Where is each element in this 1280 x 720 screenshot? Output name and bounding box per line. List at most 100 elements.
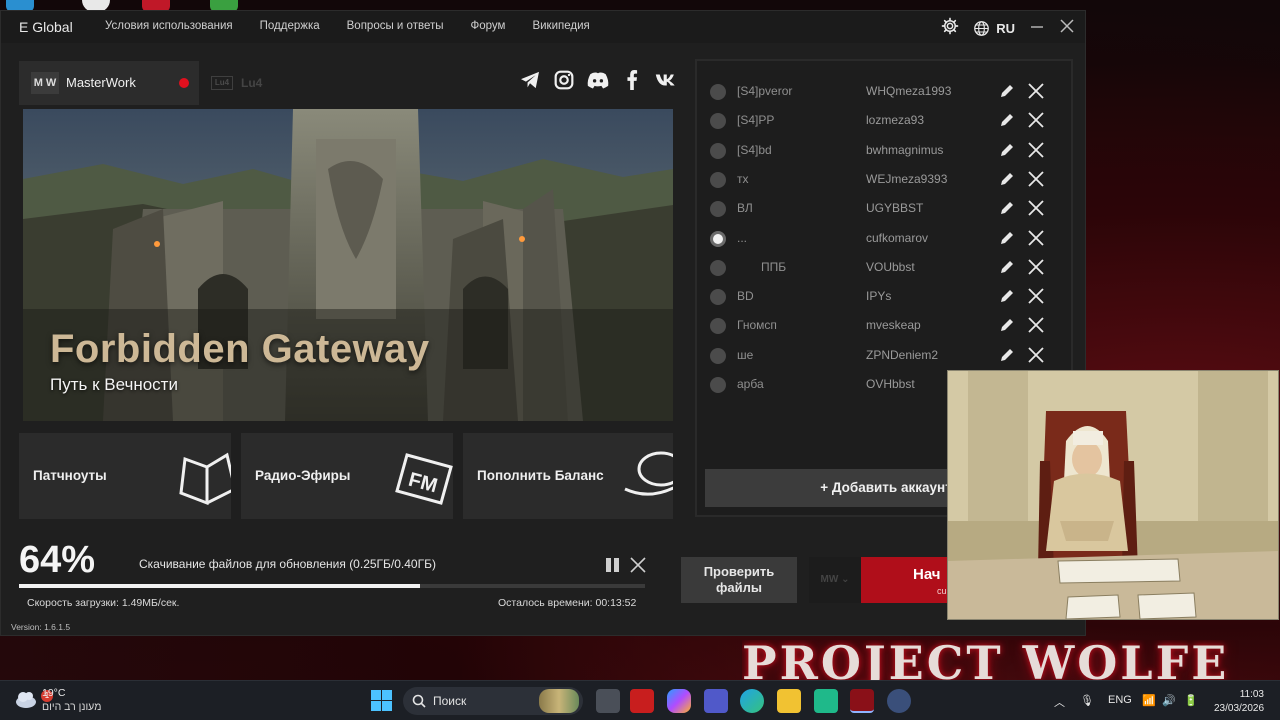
search-placeholder: Поиск — [433, 694, 467, 708]
microphone-icon[interactable]: 🎙 — [1080, 694, 1094, 707]
gear-icon[interactable] — [941, 17, 959, 40]
chevron-up-icon[interactable]: ︿ — [1054, 694, 1065, 710]
account-row[interactable]: тх WEJmeza9393 — [697, 165, 1071, 194]
file-explorer-icon[interactable] — [777, 689, 801, 713]
close-icon[interactable] — [1027, 170, 1045, 193]
telegram-icon[interactable] — [519, 69, 541, 91]
launcher-taskbar-icon[interactable] — [850, 689, 874, 713]
pencil-icon[interactable] — [999, 83, 1015, 104]
account-radio[interactable] — [710, 113, 726, 130]
app-icon[interactable] — [887, 689, 911, 713]
lu4-logo: Lu4 — [211, 76, 233, 90]
pencil-icon[interactable] — [999, 142, 1015, 163]
windows-start-icon[interactable] — [371, 690, 392, 716]
nav-terms[interactable]: Условия использования — [105, 20, 233, 32]
facebook-icon[interactable] — [621, 69, 643, 91]
instagram-icon[interactable] — [553, 69, 575, 91]
teams-icon[interactable] — [704, 689, 728, 713]
language-selector[interactable]: RU — [973, 20, 1015, 37]
account-name: ППБ — [761, 259, 787, 274]
account-login: WHQmeza1993 — [866, 84, 952, 98]
video-frame-image — [948, 371, 1278, 619]
close-icon[interactable] — [1027, 141, 1045, 164]
wifi-icon[interactable]: 📶 — [1142, 694, 1156, 707]
account-radio[interactable] — [710, 142, 726, 159]
vk-icon[interactable] — [655, 69, 677, 91]
account-row[interactable]: [S4]pveror WHQmeza1993 — [697, 77, 1071, 106]
task-view-icon[interactable] — [596, 689, 620, 713]
start-game-button[interactable]: Нач cu — [861, 557, 959, 603]
pencil-icon[interactable] — [999, 112, 1015, 133]
system-clock[interactable]: 11:03 23/03/2026 — [1214, 688, 1264, 716]
close-icon[interactable] — [1027, 287, 1045, 310]
account-radio[interactable] — [710, 289, 726, 306]
close-icon[interactable] — [1027, 111, 1045, 134]
account-row[interactable]: ППБ VOUbbst — [697, 253, 1071, 282]
account-row[interactable]: Гномсп mveskeap — [697, 311, 1071, 340]
account-radio[interactable] — [710, 84, 726, 100]
account-row[interactable]: [S4]bd bwhmagnimus — [697, 136, 1071, 165]
pencil-icon[interactable] — [999, 288, 1015, 309]
server-select[interactable]: MW ⌄ — [809, 557, 861, 603]
account-row[interactable]: ... cufkomarov — [697, 224, 1071, 253]
account-radio[interactable] — [710, 318, 726, 335]
pause-icon[interactable] — [605, 557, 621, 578]
close-icon[interactable] — [1027, 82, 1045, 105]
tile-patchnotes[interactable]: Патчноуты — [19, 433, 231, 519]
close-icon[interactable] — [1027, 346, 1045, 369]
pencil-icon[interactable] — [999, 259, 1015, 280]
nav-forum[interactable]: Форум — [471, 20, 506, 32]
account-name: арба — [737, 377, 764, 391]
close-icon[interactable] — [1027, 316, 1045, 339]
tab-label: Lu4 — [241, 76, 263, 90]
close-icon[interactable] — [1027, 258, 1045, 281]
weather-description: מעונן רב היום — [42, 701, 102, 713]
discord-icon[interactable] — [587, 69, 609, 91]
tile-topup[interactable]: Пополнить Баланс — [463, 433, 673, 519]
messaging-app-icon[interactable] — [814, 689, 838, 713]
weather-widget[interactable]: 1 — [14, 686, 53, 715]
close-icon[interactable] — [1059, 18, 1075, 39]
tile-radio[interactable]: Радио-Эфиры FM — [241, 433, 453, 519]
download-speed: Скорость загрузки: 1.49МБ/сек. — [27, 597, 180, 609]
edge-icon[interactable] — [740, 689, 764, 713]
input-language[interactable]: ENG — [1108, 694, 1132, 706]
account-row[interactable]: [S4]PP lozmeza93 — [697, 106, 1071, 135]
account-radio[interactable] — [710, 259, 726, 276]
taskbar-search[interactable]: Поиск — [403, 687, 583, 715]
account-radio[interactable] — [710, 230, 726, 247]
account-radio[interactable] — [710, 171, 726, 188]
battery-icon[interactable]: 🔋 — [1184, 694, 1198, 707]
nav-support[interactable]: Поддержка — [260, 20, 320, 32]
tab-lu4[interactable]: Lu4 Lu4 — [211, 61, 262, 105]
pencil-icon[interactable] — [999, 230, 1015, 251]
account-row[interactable]: ВЛ UGYBBST — [697, 194, 1071, 223]
minimize-icon[interactable] — [1029, 18, 1045, 39]
account-row[interactable]: BD IPYs — [697, 282, 1071, 311]
version-label: Version: 1.6.1.5 — [11, 622, 71, 632]
game-banner[interactable]: Forbidden Gateway Путь к Вечности — [23, 109, 673, 421]
title-bar: E Global Условия использования Поддержка… — [1, 11, 1085, 43]
volume-icon[interactable]: 🔊 — [1162, 694, 1176, 707]
tab-label: MasterWork — [66, 75, 136, 90]
pencil-icon[interactable] — [999, 171, 1015, 192]
close-icon[interactable] — [1027, 229, 1045, 252]
close-icon[interactable] — [1027, 199, 1045, 222]
top-navigation: Условия использования Поддержка Вопросы … — [105, 20, 590, 32]
account-radio[interactable] — [710, 201, 726, 218]
account-row[interactable]: ше ZPNDeniem2 — [697, 341, 1071, 370]
pencil-icon[interactable] — [999, 200, 1015, 221]
cancel-download-icon[interactable] — [629, 556, 647, 579]
pencil-icon[interactable] — [999, 347, 1015, 368]
check-files-button[interactable]: Проверить файлы — [681, 557, 797, 603]
nav-faq[interactable]: Вопросы и ответы — [347, 20, 444, 32]
account-name: ВЛ — [737, 201, 753, 216]
video-overlay[interactable] — [947, 370, 1279, 620]
account-radio[interactable] — [710, 347, 726, 364]
tab-masterwork[interactable]: M W MasterWork — [19, 61, 199, 105]
copilot-icon[interactable] — [667, 689, 691, 713]
pencil-icon[interactable] — [999, 317, 1015, 338]
pdf-reader-icon[interactable] — [630, 689, 654, 713]
nav-wiki[interactable]: Википедия — [532, 20, 589, 32]
account-radio[interactable] — [710, 377, 726, 393]
